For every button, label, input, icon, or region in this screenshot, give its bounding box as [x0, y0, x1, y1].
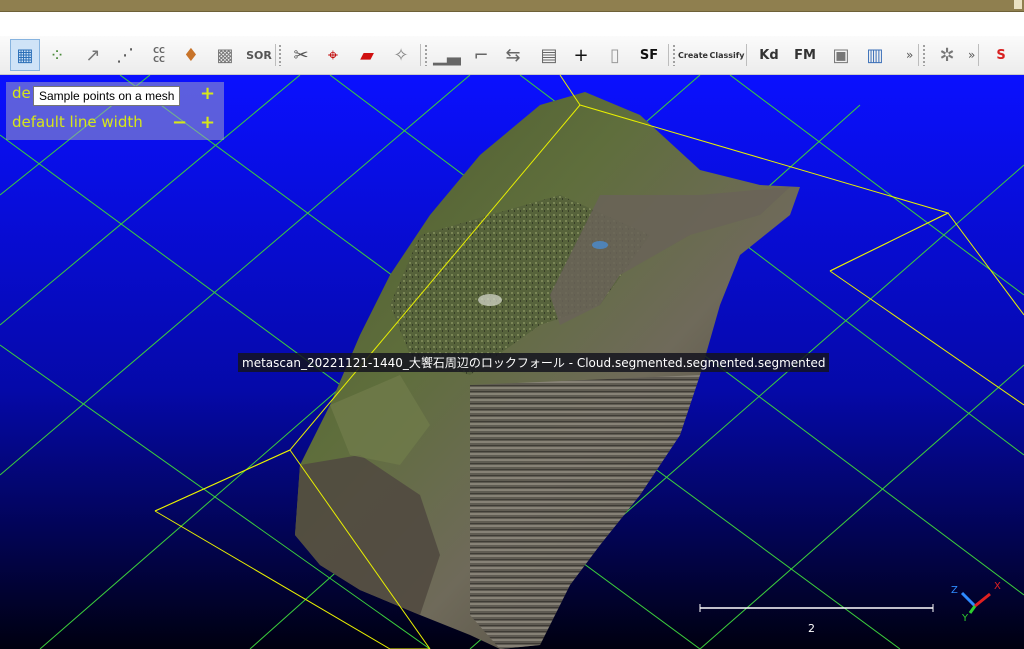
toolbar-grip[interactable] [424, 44, 428, 66]
box-button[interactable]: ▰ [352, 39, 382, 71]
noise-icon: ▩ [216, 44, 234, 66]
canupo-classify-button[interactable]: Classify [709, 39, 745, 71]
line-width-plus-button[interactable]: + [200, 112, 215, 133]
pick-icon: ✧ [393, 44, 409, 66]
cube-icon: ▤ [540, 44, 558, 66]
cc-button[interactable]: CC CC [144, 39, 174, 71]
stairs-icon: ⌐ [473, 44, 489, 66]
scatter-button[interactable]: ⋰ [110, 39, 140, 71]
fm-button[interactable]: FM [790, 39, 820, 71]
default-line-width-label: default line width [12, 113, 143, 131]
entity-name-label: metascan_20221121-1440_大饗石周辺のロックフォール - C… [238, 353, 830, 372]
axis-z-label: Z [951, 585, 958, 596]
toolbar-separator [275, 44, 276, 66]
bell-button[interactable]: ♦ [176, 39, 206, 71]
page-button[interactable]: ▯ [600, 39, 630, 71]
subsample-button[interactable]: ⁘ [42, 39, 72, 71]
scatter-icon: ⋰ [116, 44, 134, 66]
canupo-create-icon: Create [678, 50, 708, 60]
toolbar-separator [668, 44, 669, 66]
scissors-icon: ✂ [293, 44, 309, 66]
bell-icon: ♦ [182, 44, 200, 66]
disk-button[interactable]: ▣ [826, 39, 856, 71]
s-button[interactable]: S [986, 39, 1016, 71]
plus-button[interactable]: + [566, 39, 596, 71]
cube-button[interactable]: ▤ [534, 39, 564, 71]
canupo-create-button[interactable]: Create [678, 39, 708, 71]
window-title-bar [0, 0, 1024, 12]
crosshair-icon: ⌖ [327, 44, 339, 66]
pick-button[interactable]: ✧ [386, 39, 416, 71]
noise-button[interactable]: ▩ [210, 39, 240, 71]
main-toolbar: ▦ ⁘ ↗ ⋰ CC CC ♦ ▩ SOR ✂ ⌖ ▰ ✧ ▁▃ ⌐ ⇆ ▤ + ▯ SF Create Classif… [0, 36, 1024, 75]
box-icon: ▰ [360, 44, 374, 66]
s-icon: S [996, 47, 1006, 63]
normals-icon: ↗ [85, 44, 101, 66]
sample-points-icon: ▦ [16, 44, 34, 66]
sf-button[interactable]: SF [634, 39, 664, 71]
menu-strip [0, 12, 1024, 36]
normals-button[interactable]: ↗ [78, 39, 108, 71]
window-corner-accent [1014, 0, 1022, 9]
sample-points-button[interactable]: ▦ [10, 39, 40, 71]
toolbar-separator [420, 44, 421, 66]
line-width-minus-button[interactable]: − [172, 112, 187, 133]
toolbar-overflow-button[interactable]: » [906, 48, 913, 62]
toolbar-separator [746, 44, 747, 66]
fm-icon: FM [794, 47, 816, 63]
scissors-button[interactable]: ✂ [286, 39, 316, 71]
toolbar-overflow-button[interactable]: » [968, 48, 975, 62]
histogram-button[interactable]: ▁▃ [432, 39, 462, 71]
axis-y-label: Y [961, 613, 969, 624]
dist-button[interactable]: ⇆ [498, 39, 528, 71]
dist-icon: ⇆ [505, 44, 521, 66]
csv-icon: ▥ [866, 44, 884, 66]
toolbar-grip[interactable] [278, 44, 282, 66]
toolbar-separator [978, 44, 979, 66]
page-icon: ▯ [610, 44, 620, 66]
sf-icon: SF [639, 47, 659, 63]
kd-button[interactable]: Kd [754, 39, 784, 71]
scale-value: 2 [808, 622, 815, 635]
axis-x-label: X [994, 581, 1001, 592]
crosshair-button[interactable]: ⌖ [318, 39, 348, 71]
overlay-row1-label: de [12, 84, 31, 102]
subsample-icon: ⁘ [49, 44, 65, 66]
kd-icon: Kd [759, 47, 779, 63]
csv-button[interactable]: ▥ [860, 39, 890, 71]
disk-icon: ▣ [832, 44, 850, 66]
stairs-button[interactable]: ⌐ [466, 39, 496, 71]
tooltip: Sample points on a mesh [33, 86, 181, 106]
toolbar-grip[interactable] [672, 44, 676, 66]
plus-icon: + [573, 44, 589, 66]
toolbar-separator [918, 44, 919, 66]
puzzle-button[interactable]: ✲ [932, 39, 962, 71]
cc-icon: CC CC [153, 46, 165, 64]
toolbar-grip[interactable] [922, 44, 926, 66]
puzzle-icon: ✲ [939, 44, 955, 66]
sor-icon: SOR [246, 48, 272, 62]
histogram-icon: ▁▃ [433, 44, 461, 66]
canupo-classify-icon: Classify [709, 50, 745, 60]
overlay-row1-plus-button[interactable]: + [200, 83, 215, 104]
sor-button[interactable]: SOR [244, 39, 274, 71]
